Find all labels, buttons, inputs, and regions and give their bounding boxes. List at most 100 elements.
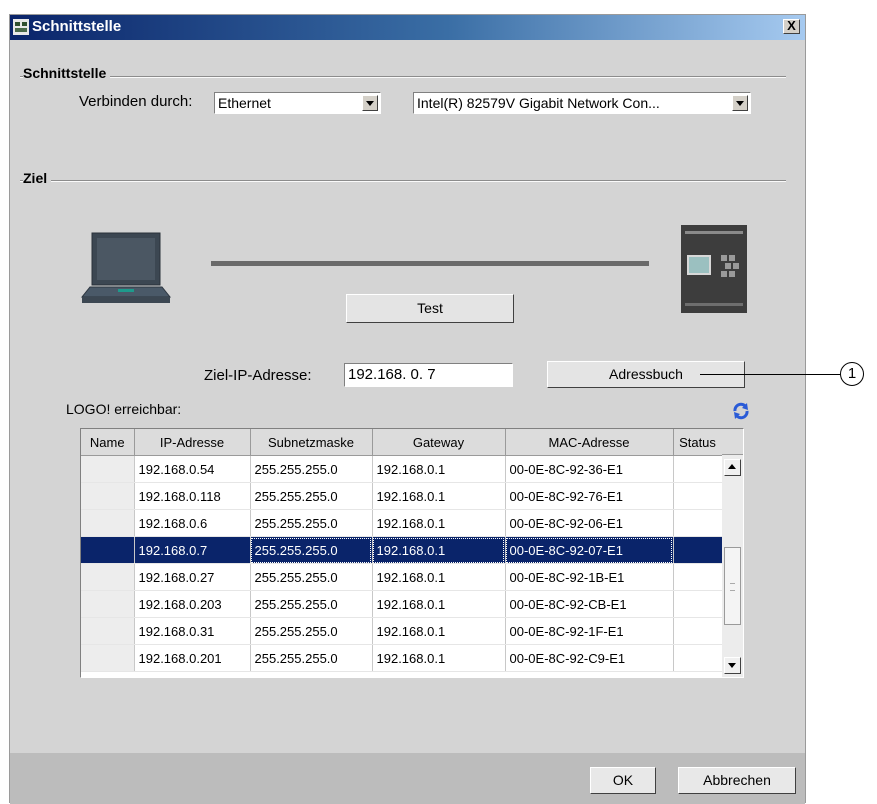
cell-gateway: 192.168.0.1 (372, 563, 506, 591)
cell-status (673, 617, 723, 645)
table-header-row: Name IP-Adresse Subnetzmaske Gateway MAC… (81, 429, 723, 456)
cell-subnet: 255.255.255.0 (250, 482, 373, 510)
cell-subnet: 255.255.255.0 (250, 590, 373, 618)
cell-ip: 192.168.0.6 (134, 509, 251, 537)
laptop-icon (78, 229, 174, 313)
column-header-name[interactable]: Name (81, 429, 135, 456)
cell-name (81, 536, 135, 564)
cell-ip: 192.168.0.201 (134, 644, 251, 672)
column-header-status[interactable]: Status (673, 429, 723, 456)
cell-subnet: 255.255.255.0 (250, 455, 373, 483)
cell-ip: 192.168.0.7 (134, 536, 251, 564)
refresh-icon[interactable] (732, 402, 750, 420)
interface-divider (20, 76, 786, 78)
cell-mac: 00-0E-8C-92-07-E1 (505, 536, 674, 564)
close-button[interactable]: X (783, 19, 800, 34)
cell-name (81, 644, 135, 672)
cell-gateway: 192.168.0.1 (372, 536, 506, 564)
target-ip-label: Ziel-IP-Adresse: (204, 367, 312, 384)
target-ip-value: 192.168. 0. 7 (348, 366, 436, 383)
table-row[interactable]: 192.168.0.31 255.255.255.0 192.168.0.1 00-0… (81, 617, 723, 645)
cell-gateway: 192.168.0.1 (372, 482, 506, 510)
table-row[interactable]: 192.168.0.203 255.255.255.0 192.168.0.1 00-… (81, 590, 723, 618)
test-button[interactable]: Test (346, 294, 514, 323)
cell-mac: 00-0E-8C-92-CB-E1 (505, 590, 674, 618)
cell-gateway: 192.168.0.1 (372, 509, 506, 537)
cell-mac: 00-0E-8C-92-C9-E1 (505, 644, 674, 672)
cell-name (81, 455, 135, 483)
cell-name (81, 617, 135, 645)
table-row[interactable]: 192.168.0.27 255.255.255.0 192.168.0.1 00-0… (81, 563, 723, 591)
target-divider (20, 180, 786, 182)
chevron-down-icon (728, 663, 736, 668)
chevron-down-icon[interactable] (362, 95, 378, 111)
cell-status (673, 536, 723, 564)
connect-via-select[interactable]: Ethernet (214, 92, 381, 114)
reachable-table[interactable]: Name IP-Adresse Subnetzmaske Gateway MAC… (80, 428, 744, 678)
cell-mac: 00-0E-8C-92-76-E1 (505, 482, 674, 510)
cell-gateway: 192.168.0.1 (372, 617, 506, 645)
reachable-label: LOGO! erreichbar: (66, 401, 182, 417)
column-header-mac[interactable]: MAC-Adresse (505, 429, 674, 456)
target-section-label: Ziel (23, 170, 52, 186)
cell-mac: 00-0E-8C-92-36-E1 (505, 455, 674, 483)
cell-name (81, 590, 135, 618)
scrollbar-corner (722, 429, 743, 455)
cell-subnet: 255.255.255.0 (250, 509, 373, 537)
connection-line (211, 261, 649, 266)
connect-via-value: Ethernet (218, 95, 271, 111)
cell-mac: 00-0E-8C-92-1F-E1 (505, 617, 674, 645)
table-row[interactable]: 192.168.0.54 255.255.255.0 192.168.0.1 00-0… (81, 455, 723, 483)
connect-via-label: Verbinden durch: (79, 93, 193, 110)
cell-subnet: 255.255.255.0 (250, 536, 373, 564)
vertical-scrollbar[interactable] (722, 429, 743, 677)
scroll-thumb[interactable] (724, 547, 741, 625)
interface-dialog: Schnittstelle X Schnittstelle Verbinden … (9, 14, 806, 804)
column-header-ip[interactable]: IP-Adresse (134, 429, 251, 456)
callout-line (700, 374, 840, 375)
adapter-select[interactable]: Intel(R) 82579V Gigabit Network Con... (413, 92, 751, 114)
chevron-down-icon[interactable] (732, 95, 748, 111)
title-bar[interactable]: Schnittstelle X (10, 15, 805, 40)
cell-status (673, 563, 723, 591)
cell-status (673, 455, 723, 483)
cell-name (81, 509, 135, 537)
column-header-gateway[interactable]: Gateway (372, 429, 506, 456)
cell-gateway: 192.168.0.1 (372, 455, 506, 483)
target-ip-input[interactable]: 192.168. 0. 7 (344, 363, 513, 387)
cell-name (81, 563, 135, 591)
scroll-down-button[interactable] (724, 657, 741, 674)
scroll-up-button[interactable] (724, 459, 741, 476)
ok-button[interactable]: OK (590, 767, 656, 794)
adapter-value: Intel(R) 82579V Gigabit Network Con... (417, 95, 660, 111)
callout-number: 1 (840, 362, 864, 386)
table-row[interactable]: 192.168.0.201 255.255.255.0 192.168.0.1 00-… (81, 644, 723, 672)
cell-status (673, 509, 723, 537)
cell-mac: 00-0E-8C-92-1B-E1 (505, 563, 674, 591)
table-row[interactable]: 192.168.0.118 255.255.255.0 192.168.0.1 00-… (81, 482, 723, 510)
cell-ip: 192.168.0.118 (134, 482, 251, 510)
cell-status (673, 590, 723, 618)
cell-ip: 192.168.0.27 (134, 563, 251, 591)
cell-subnet: 255.255.255.0 (250, 644, 373, 672)
logo-app-icon (13, 19, 29, 35)
dialog-footer: OK Abbrechen (10, 753, 805, 804)
cell-ip: 192.168.0.31 (134, 617, 251, 645)
column-header-subnet[interactable]: Subnetzmaske (250, 429, 373, 456)
logo-device-icon (681, 225, 747, 313)
cell-gateway: 192.168.0.1 (372, 590, 506, 618)
table-row[interactable]: 192.168.0.7 255.255.255.0 192.168.0.1 00-0E… (81, 536, 723, 564)
cell-gateway: 192.168.0.1 (372, 644, 506, 672)
chevron-up-icon (728, 464, 736, 469)
cell-subnet: 255.255.255.0 (250, 617, 373, 645)
cancel-button[interactable]: Abbrechen (678, 767, 796, 794)
cell-status (673, 644, 723, 672)
cell-name (81, 482, 135, 510)
cell-mac: 00-0E-8C-92-06-E1 (505, 509, 674, 537)
table-row[interactable]: 192.168.0.6 255.255.255.0 192.168.0.1 00-0E… (81, 509, 723, 537)
cell-subnet: 255.255.255.0 (250, 563, 373, 591)
cell-ip: 192.168.0.54 (134, 455, 251, 483)
cell-status (673, 482, 723, 510)
grip-icon (730, 583, 735, 591)
cell-ip: 192.168.0.203 (134, 590, 251, 618)
